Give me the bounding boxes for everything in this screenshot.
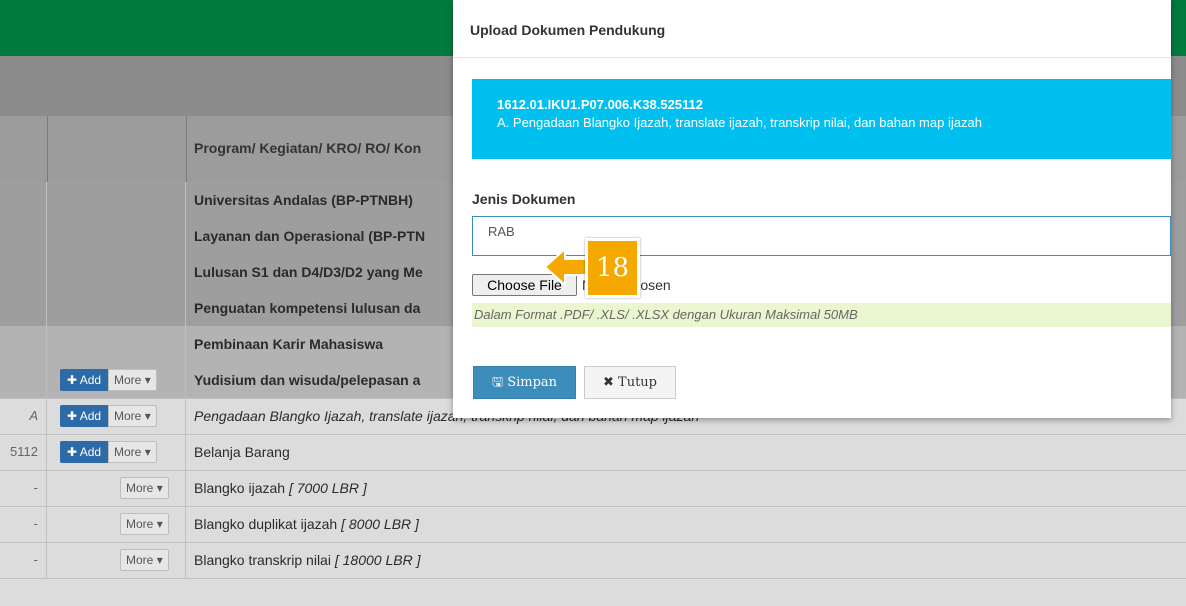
table-row: - More ▾ Blangko transkrip nilai [ 18000… xyxy=(0,542,1186,579)
step-number-badge: 18 xyxy=(585,238,640,298)
info-callout: 1612.01.IKU1.P07.006.K38.525112 A. Penga… xyxy=(472,79,1171,159)
more-dropdown-button[interactable]: More ▾ xyxy=(108,405,157,427)
column-header-program: Program/ Kegiatan/ KRO/ RO/ Kon xyxy=(194,140,422,156)
add-button[interactable]: ✚ Add xyxy=(60,405,108,427)
row-label: Belanja Barang xyxy=(194,444,290,460)
close-icon: ✖ xyxy=(603,375,619,390)
caret-down-icon: ▾ xyxy=(156,553,163,567)
row-label: Blangko duplikat ijazah [ 8000 LBR ] xyxy=(194,516,419,532)
caret-down-icon: ▾ xyxy=(156,481,163,495)
row-label: Blangko ijazah [ 7000 LBR ] xyxy=(194,480,367,496)
caret-down-icon: ▾ xyxy=(144,445,151,459)
save-button[interactable]: 🖫 Simpan xyxy=(473,366,576,399)
modal-divider xyxy=(453,57,1171,58)
modal-title: Upload Dokumen Pendukung xyxy=(470,22,666,38)
upload-modal: Upload Dokumen Pendukung 1612.01.IKU1.P0… xyxy=(453,0,1171,418)
plus-icon: ✚ xyxy=(66,373,80,387)
plus-icon: ✚ xyxy=(66,409,80,423)
more-dropdown-button[interactable]: More ▾ xyxy=(108,441,157,463)
more-dropdown-button[interactable]: More ▾ xyxy=(120,477,169,499)
caret-down-icon: ▾ xyxy=(156,517,163,531)
caret-down-icon: ▾ xyxy=(144,409,151,423)
table-row: - More ▾ Blangko duplikat ijazah [ 8000 … xyxy=(0,506,1186,543)
add-button[interactable]: ✚ Add xyxy=(60,369,108,391)
table-row: - More ▾ Blangko ijazah [ 7000 LBR ] xyxy=(0,470,1186,507)
floppy-disk-icon: 🖫 xyxy=(491,375,508,390)
more-dropdown-button[interactable]: More ▾ xyxy=(108,369,157,391)
left-arrow-icon xyxy=(545,246,590,288)
table-row: 5112 ✚ Add More ▾ Belanja Barang xyxy=(0,434,1186,471)
more-dropdown-button[interactable]: More ▾ xyxy=(120,549,169,571)
info-code: 1612.01.IKU1.P07.006.K38.525112 xyxy=(497,97,704,112)
add-button[interactable]: ✚ Add xyxy=(60,441,108,463)
caret-down-icon: ▾ xyxy=(144,373,151,387)
file-format-hint: Dalam Format .PDF/ .XLS/ .XLSX dengan Uk… xyxy=(472,303,1171,327)
close-button[interactable]: ✖ Tutup xyxy=(584,366,676,399)
jenis-dokumen-label: Jenis Dokumen xyxy=(472,191,576,207)
info-text: A. Pengadaan Blangko Ijazah, translate i… xyxy=(497,115,982,130)
plus-icon: ✚ xyxy=(66,445,80,459)
more-dropdown-button[interactable]: More ▾ xyxy=(120,513,169,535)
row-label: Blangko transkrip nilai [ 18000 LBR ] xyxy=(194,552,421,568)
